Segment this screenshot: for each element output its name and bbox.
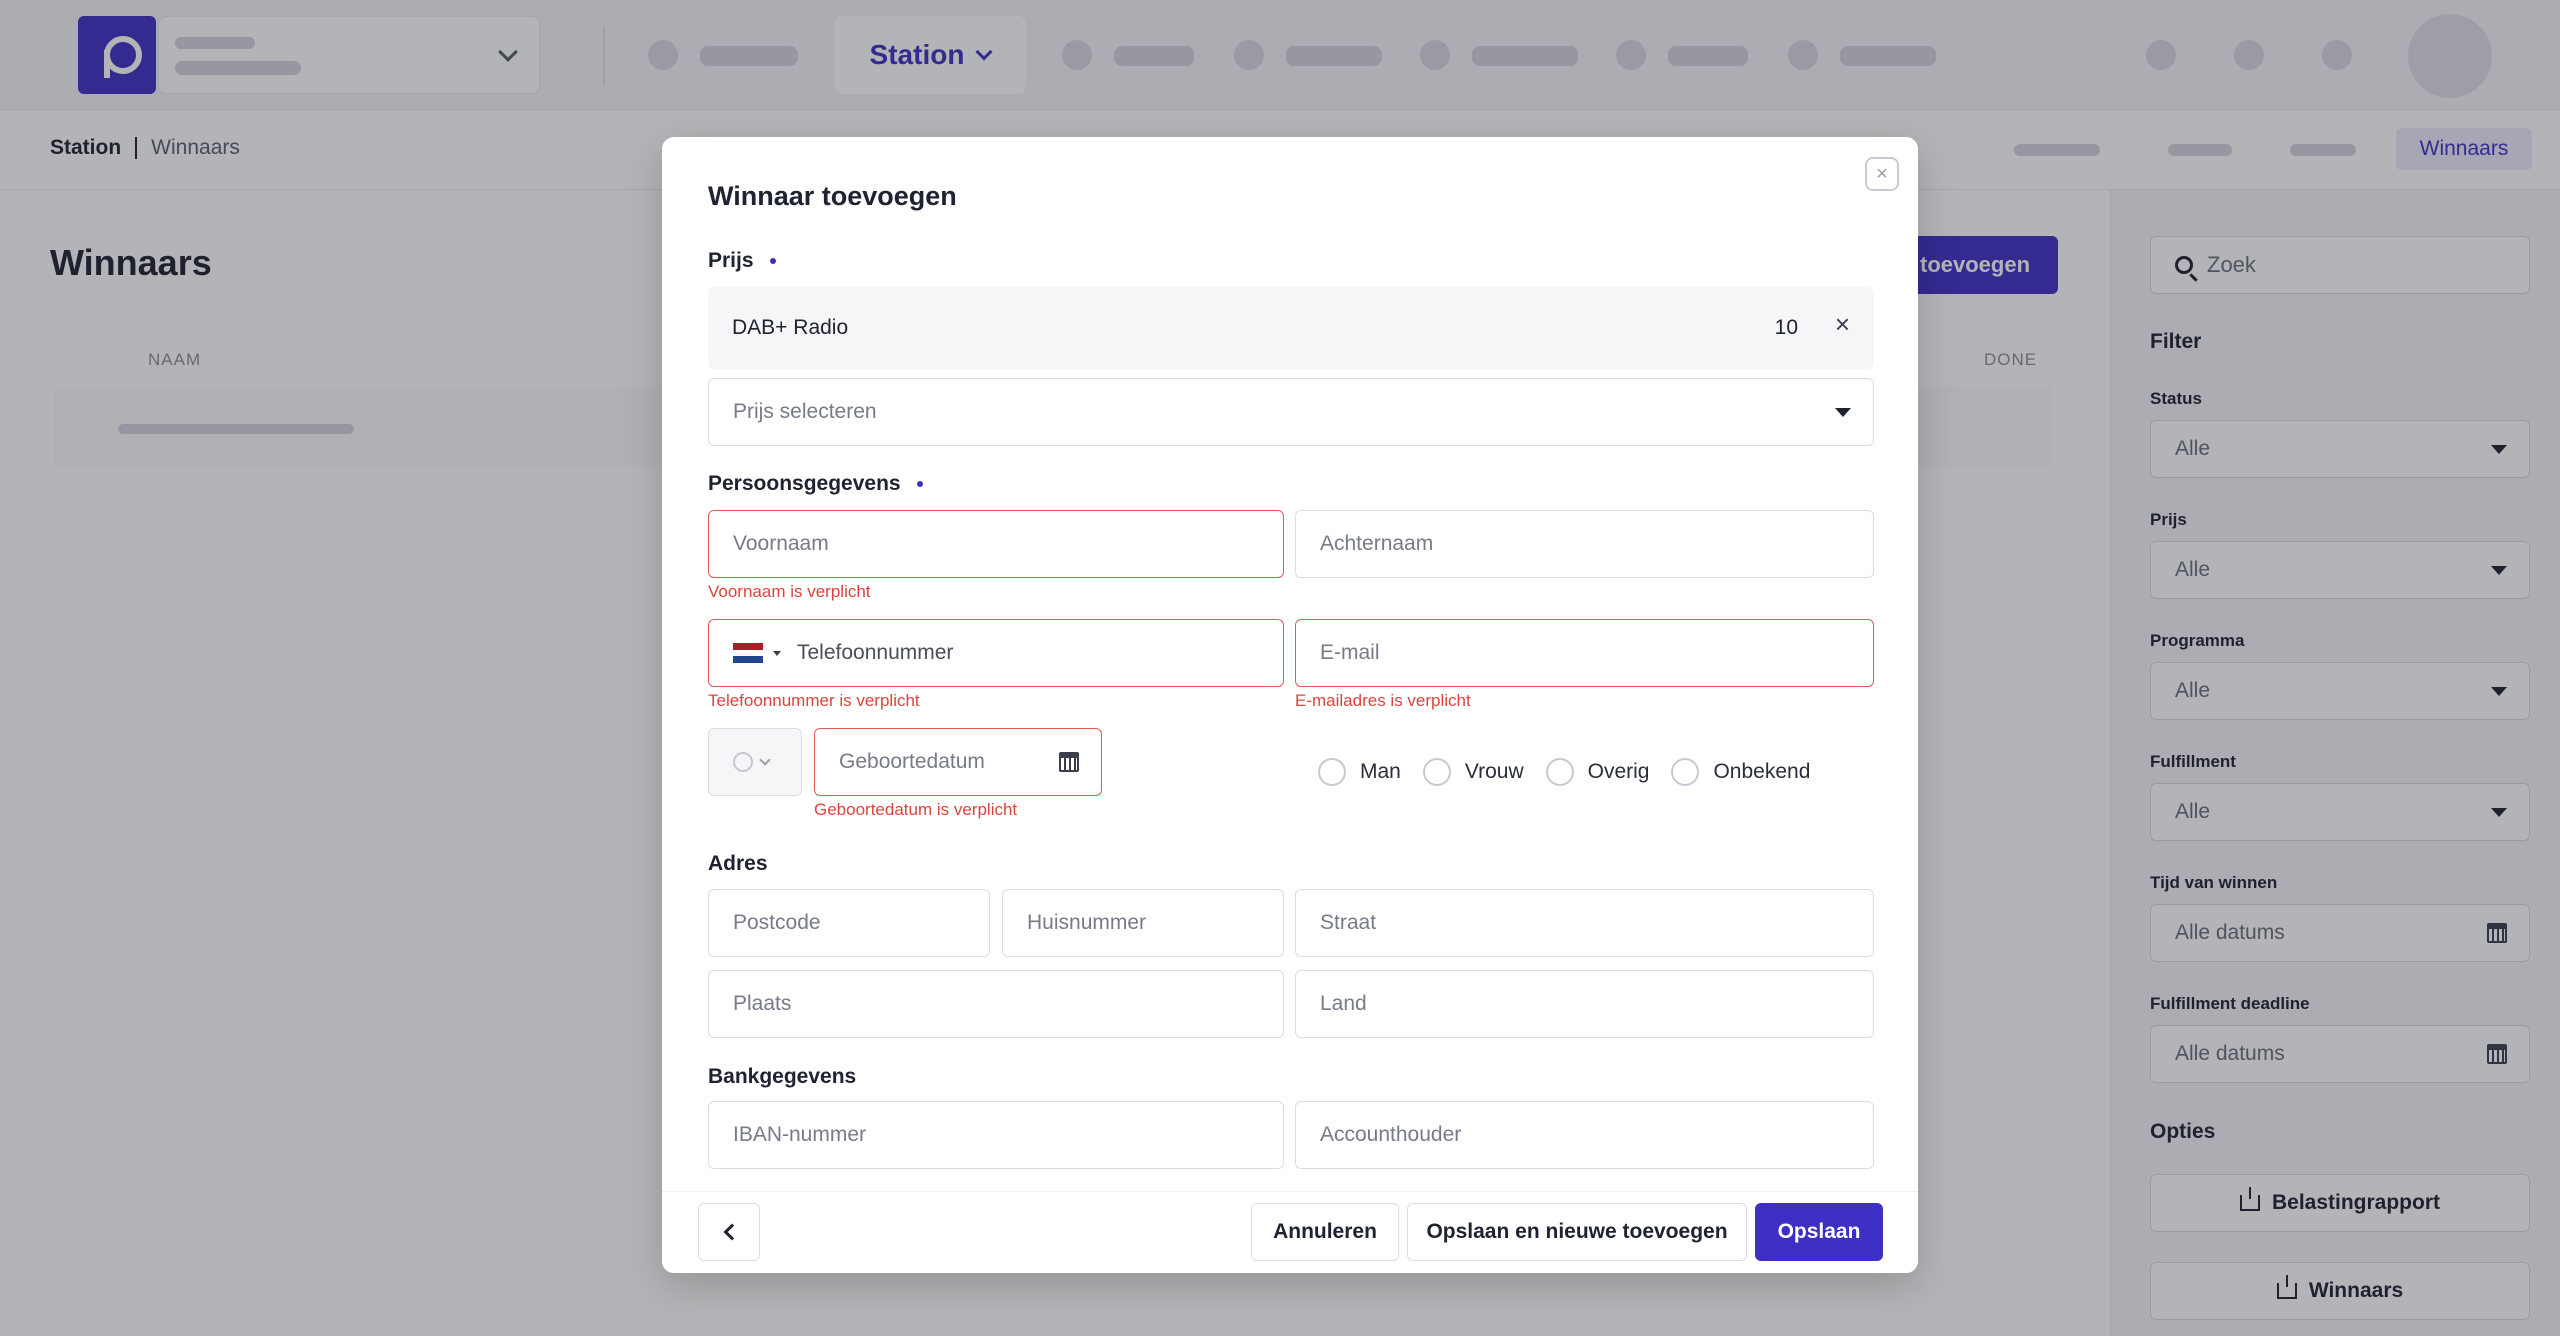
birthdate-error: Geboortedatum is verplicht: [814, 800, 1018, 819]
calendar-icon[interactable]: [1059, 752, 1079, 772]
dialog-title: Winnaar toevoegen: [708, 181, 957, 211]
house-number-field[interactable]: Huisnummer: [1002, 889, 1284, 957]
chevron-left-icon: [723, 1223, 740, 1241]
chevron-down-icon: [759, 754, 771, 766]
birthdate-placeholder: Geboortedatum: [839, 750, 985, 773]
phone-field[interactable]: Telefoonnummer: [708, 619, 1284, 687]
postcode-placeholder: Postcode: [733, 911, 821, 934]
phone-error: Telefoonnummer is verplicht: [708, 691, 920, 710]
section-address-label: Adres: [708, 852, 768, 875]
city-field[interactable]: Plaats: [708, 970, 1284, 1038]
required-indicator: [769, 258, 776, 264]
prize-select[interactable]: Prijs selecteren: [708, 378, 1874, 446]
first-name-error: Voornaam is verplicht: [708, 582, 871, 601]
first-name-placeholder: Voornaam: [733, 532, 829, 555]
iban-field[interactable]: IBAN-nummer: [708, 1101, 1284, 1169]
section-prize: Prijs: [708, 249, 776, 273]
section-address: Adres: [708, 852, 768, 876]
section-bank-label: Bankgegevens: [708, 1065, 857, 1088]
gender-radio-man[interactable]: Man: [1318, 758, 1401, 786]
selected-prize-name: DAB+ Radio: [732, 316, 849, 339]
gender-label: Man: [1360, 760, 1401, 783]
iban-placeholder: IBAN-nummer: [733, 1123, 867, 1146]
radio-circle: [1671, 758, 1700, 786]
gender-radio-group: Man Vrouw Overig Onbekend: [1318, 758, 1810, 786]
selected-prize-quantity[interactable]: 10: [1775, 316, 1798, 340]
email-placeholder: E-mail: [1320, 641, 1380, 664]
caret-down-icon: [1835, 408, 1851, 417]
section-bank: Bankgegevens: [708, 1065, 856, 1089]
birthdate-field[interactable]: Geboortedatum: [814, 728, 1102, 796]
radio-circle: [1422, 758, 1451, 786]
back-button[interactable]: [698, 1203, 760, 1261]
save-and-new-button[interactable]: Opslaan en nieuwe toevoegen: [1407, 1203, 1747, 1261]
gender-label: Onbekend: [1713, 760, 1811, 783]
email-field[interactable]: E-mail: [1295, 619, 1874, 687]
cancel-button[interactable]: Annuleren: [1251, 1203, 1399, 1261]
section-personal: Persoonsgegevens: [708, 472, 923, 496]
house-number-placeholder: Huisnummer: [1027, 911, 1147, 934]
radio-circle: [1318, 758, 1346, 786]
section-personal-label: Persoonsgegevens: [708, 472, 901, 495]
first-name-field[interactable]: Voornaam: [708, 510, 1284, 578]
caret-down-icon: [773, 650, 781, 656]
gender-label: Vrouw: [1464, 760, 1524, 783]
gender-radio-onbekend[interactable]: Onbekend: [1671, 758, 1810, 786]
account-holder-field[interactable]: Accounthouder: [1295, 1101, 1874, 1169]
save-button[interactable]: Opslaan: [1755, 1203, 1883, 1261]
postcode-field[interactable]: Postcode: [708, 889, 990, 957]
gender-radio-vrouw[interactable]: Vrouw: [1422, 758, 1524, 786]
email-error: E-mailadres is verplicht: [1295, 691, 1471, 710]
last-name-placeholder: Achternaam: [1320, 532, 1434, 555]
country-placeholder: Land: [1320, 992, 1367, 1015]
city-placeholder: Plaats: [733, 992, 792, 1015]
gender-radio-overig[interactable]: Overig: [1545, 758, 1650, 786]
add-winner-dialog: × Winnaar toevoegen Prijs DAB+ Radio 10 …: [662, 137, 1918, 1273]
account-holder-placeholder: Accounthouder: [1320, 1123, 1462, 1146]
street-placeholder: Straat: [1320, 911, 1377, 934]
phone-placeholder: Telefoonnummer: [797, 641, 954, 664]
country-field[interactable]: Land: [1295, 970, 1874, 1038]
street-field[interactable]: Straat: [1295, 889, 1874, 957]
close-icon[interactable]: ×: [1865, 157, 1899, 191]
selected-prize-item: DAB+ Radio 10 ×: [708, 287, 1874, 369]
radio-circle: [1545, 758, 1574, 786]
remove-prize-icon[interactable]: ×: [1835, 311, 1850, 337]
netherlands-flag-icon[interactable]: [733, 643, 763, 664]
section-prize-label: Prijs: [708, 249, 754, 272]
required-indicator: [916, 481, 923, 487]
last-name-field[interactable]: Achternaam: [1295, 510, 1874, 578]
person-icon: [733, 752, 753, 772]
gender-label: Overig: [1587, 760, 1650, 783]
prize-select-placeholder: Prijs selecteren: [733, 400, 877, 423]
salutation-select[interactable]: [708, 728, 802, 796]
